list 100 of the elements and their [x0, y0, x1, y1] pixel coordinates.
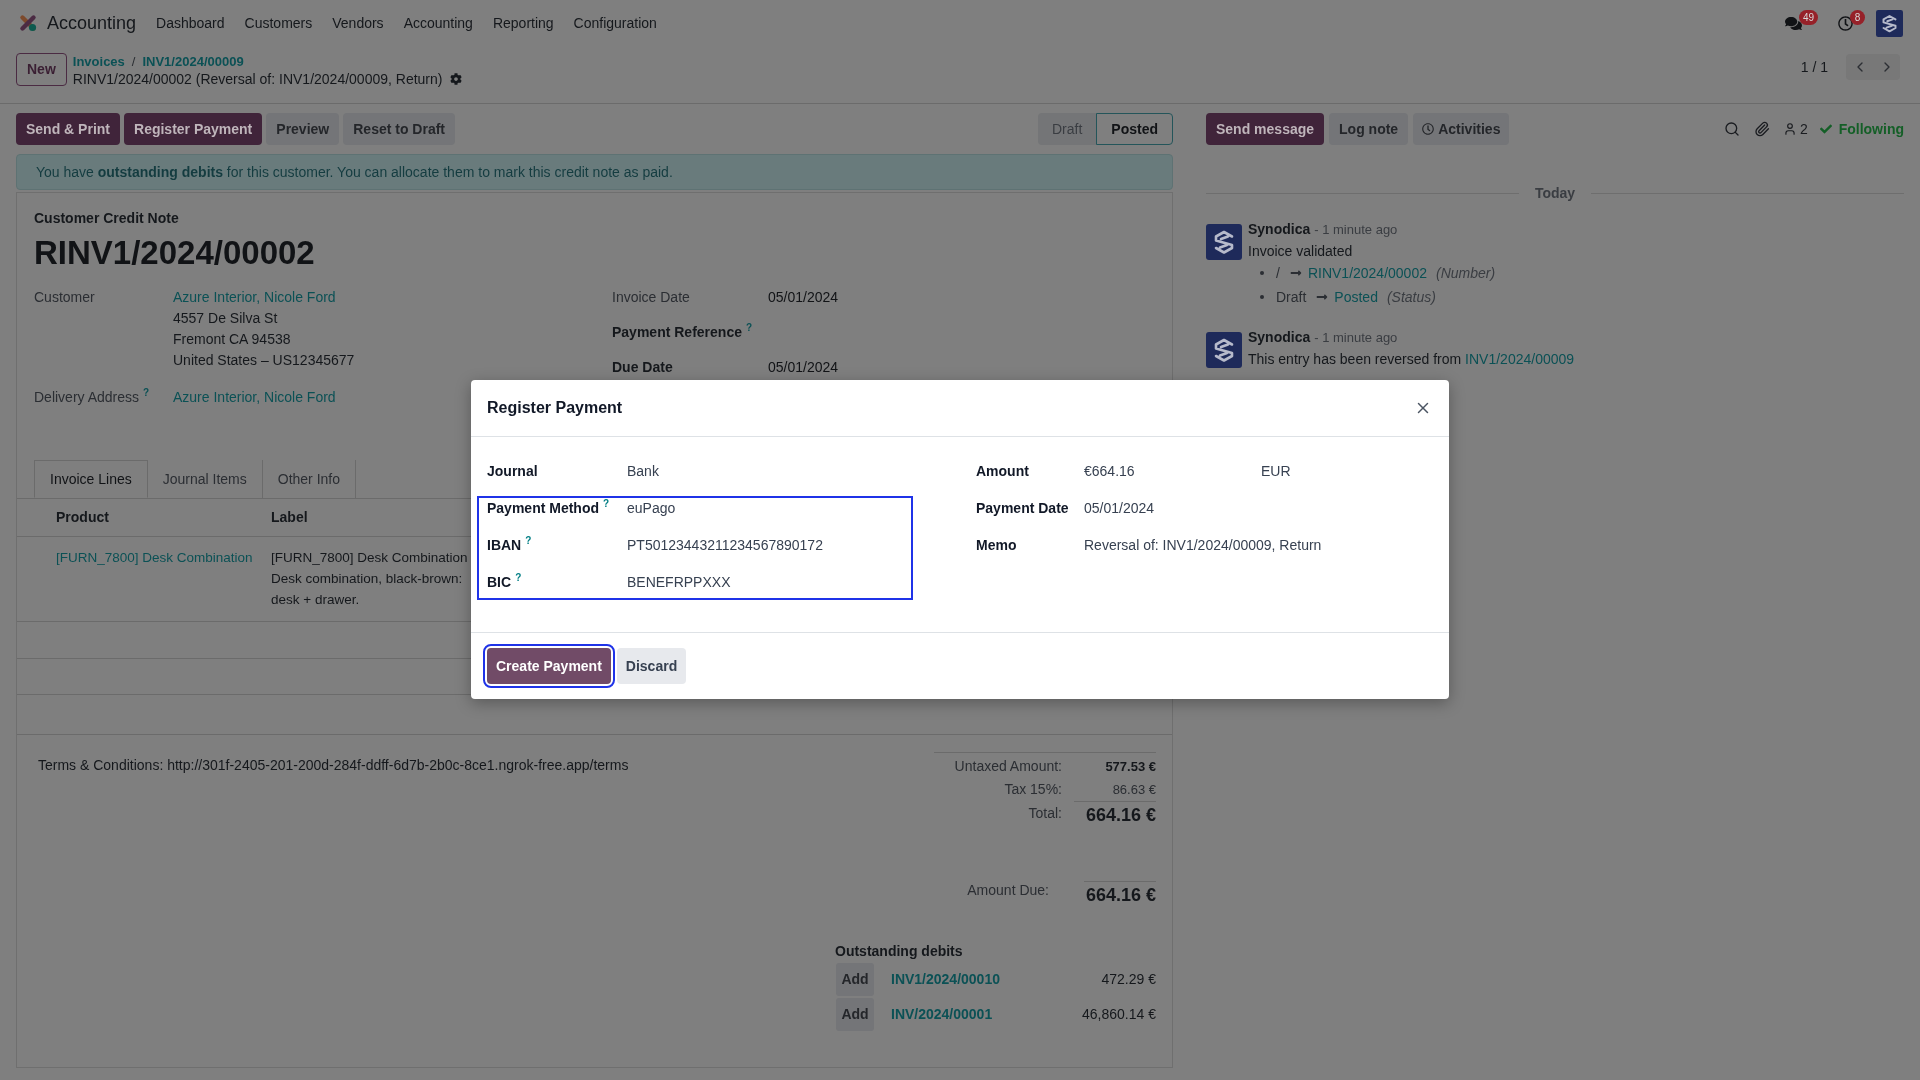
- help-marker[interactable]: ?: [143, 387, 150, 399]
- invoice-link[interactable]: INV/2024/00001: [891, 1004, 993, 1025]
- menu-item[interactable]: Configuration: [563, 5, 667, 41]
- bullet-icon: [1260, 271, 1264, 275]
- field-value[interactable]: BENEFRPPXXX: [627, 572, 731, 592]
- line-label: desk + drawer.: [271, 591, 361, 609]
- field-value[interactable]: euPago: [627, 498, 676, 518]
- menu-item[interactable]: Dashboard: [146, 5, 235, 41]
- chatter-button[interactable]: Log note: [1329, 113, 1409, 145]
- dialog-button[interactable]: Discard: [616, 648, 687, 684]
- avatar-icon: [1206, 224, 1242, 260]
- count-badge: 49: [1799, 10, 1819, 25]
- field-label: Amount: [976, 462, 1030, 481]
- debit-amount: 472.29 €: [1101, 970, 1156, 989]
- tab[interactable]: Journal Items: [147, 460, 263, 498]
- clock-icon[interactable]: [1838, 15, 1853, 31]
- field-label: BIC: [487, 573, 512, 592]
- old-value: /: [1276, 263, 1280, 283]
- field-value[interactable]: PT50123443211234567890172: [627, 535, 823, 555]
- document-title: RINV1/2024/00002: [34, 233, 316, 273]
- message-body: This entry has been reversed from INV1/2024/00009: [1248, 350, 1575, 369]
- tab[interactable]: Other Info: [262, 460, 357, 498]
- column-header[interactable]: Label: [271, 507, 308, 528]
- dialog-title: Register Payment: [487, 398, 623, 418]
- pager-value[interactable]: 1 / 1: [1800, 56, 1828, 78]
- field-label: Journal: [487, 462, 538, 481]
- new-value: Posted: [1334, 287, 1378, 307]
- currency-value[interactable]: EUR: [1261, 461, 1291, 481]
- outstanding-title: Outstanding debits: [835, 942, 964, 960]
- product-link[interactable]: [FURN_7800] Desk Combination: [56, 550, 253, 565]
- terms-text: Terms & Conditions: http://301f-2405-201-200d-284f-ddff-6d7b-2b0c-8ce1.ngrok-free.app/terms: [38, 756, 630, 774]
- help-marker[interactable]: ?: [525, 535, 532, 547]
- avatar-icon: [1206, 332, 1242, 368]
- action-button[interactable]: Register Payment: [124, 113, 263, 145]
- author-name[interactable]: Synodica: [1248, 328, 1311, 346]
- search-icon[interactable]: [1723, 121, 1740, 137]
- chatter-button[interactable]: Send message: [1206, 113, 1325, 145]
- chatter-button[interactable]: Activities: [1413, 113, 1510, 145]
- author-name[interactable]: Synodica: [1248, 220, 1311, 238]
- total-value: 577.53 €: [1104, 758, 1156, 776]
- tab[interactable]: Invoice Lines: [34, 460, 148, 498]
- breadcrumb-link[interactable]: Invoices: [72, 53, 125, 70]
- paperclip-icon[interactable]: [1753, 121, 1770, 137]
- avatar-icon: [1876, 9, 1903, 37]
- field-label: Memo: [976, 536, 1018, 555]
- column-header[interactable]: Product: [56, 507, 271, 528]
- new-button[interactable]: New: [16, 53, 67, 86]
- field-value[interactable]: Bank: [627, 461, 659, 481]
- field-label: Due Date: [612, 358, 673, 377]
- breadcrumb-link[interactable]: INV1/2024/00009: [142, 53, 244, 70]
- field-value[interactable]: 05/01/2024: [1084, 498, 1155, 518]
- record-link[interactable]: INV1/2024/00009: [1465, 351, 1575, 367]
- field-label: Invoice Date: [612, 288, 690, 307]
- message-body: Invoice validated: [1248, 242, 1354, 261]
- menu-item[interactable]: Customers: [234, 5, 323, 41]
- status-step[interactable]: Draft: [1037, 113, 1097, 145]
- field-link[interactable]: Azure Interior, Nicole Ford: [173, 387, 336, 408]
- field-label: Payment Method: [487, 499, 599, 518]
- menu-item[interactable]: Reporting: [482, 5, 564, 41]
- message-time: - 1 minute ago: [1314, 329, 1398, 347]
- new-value: RINV1/2024/00002: [1307, 263, 1427, 283]
- action-button[interactable]: Preview: [266, 113, 340, 145]
- help-marker[interactable]: ?: [515, 572, 522, 584]
- amount-due-value: 664.16 €: [1084, 881, 1156, 908]
- status-step[interactable]: Posted: [1096, 113, 1173, 145]
- breadcrumb-separator: /: [131, 53, 136, 70]
- arrow-icon: [1315, 291, 1330, 303]
- total-label: Untaxed Amount:: [954, 757, 1062, 776]
- message-time: - 1 minute ago: [1314, 221, 1398, 239]
- app-name[interactable]: Accounting: [47, 9, 137, 37]
- add-button[interactable]: Add: [836, 963, 874, 996]
- action-button[interactable]: Reset to Draft: [343, 113, 456, 145]
- check-icon: [1819, 123, 1832, 135]
- field-value: 05/01/2024: [768, 358, 839, 377]
- address-line: 4557 De Silva St: [173, 309, 279, 328]
- field-label: Customer: [34, 288, 95, 307]
- record-title: RINV1/2024/00002 (Reversal of: INV1/2024/00009, Return): [72, 70, 443, 88]
- total-label: Tax 15%:: [1003, 780, 1062, 799]
- menu-item[interactable]: Vendors: [322, 5, 394, 41]
- chat-icon[interactable]: [1785, 14, 1802, 32]
- invoice-link[interactable]: INV1/2024/00010: [891, 969, 1000, 990]
- field-value[interactable]: €664.16: [1084, 461, 1261, 481]
- field-value: 05/01/2024: [768, 288, 839, 307]
- field-value[interactable]: Reversal of: INV1/2024/00009, Return: [1084, 535, 1322, 555]
- field-link[interactable]: Azure Interior, Nicole Ford: [173, 287, 355, 308]
- field-name: (Number): [1436, 263, 1496, 283]
- followers-button[interactable]: 2: [1782, 118, 1808, 140]
- action-button[interactable]: Send & Print: [16, 113, 120, 145]
- info-alert: You have outstanding debits for this customer. You can allocate them to mark this credit note as paid.: [16, 154, 1173, 190]
- count-badge: 8: [1850, 10, 1865, 25]
- bullet-icon: [1260, 295, 1264, 299]
- logo-icon[interactable]: [18, 13, 38, 33]
- add-button[interactable]: Add: [836, 998, 874, 1031]
- help-marker[interactable]: ?: [603, 498, 610, 510]
- date-separator: Today: [1534, 184, 1576, 202]
- line-label: Desk combination, black-brown:: [271, 570, 464, 588]
- arrow-icon: [1288, 267, 1303, 279]
- settings-icon[interactable]: [450, 73, 463, 85]
- menu-item[interactable]: Accounting: [393, 5, 483, 41]
- field-label: Payment Date: [976, 499, 1070, 518]
